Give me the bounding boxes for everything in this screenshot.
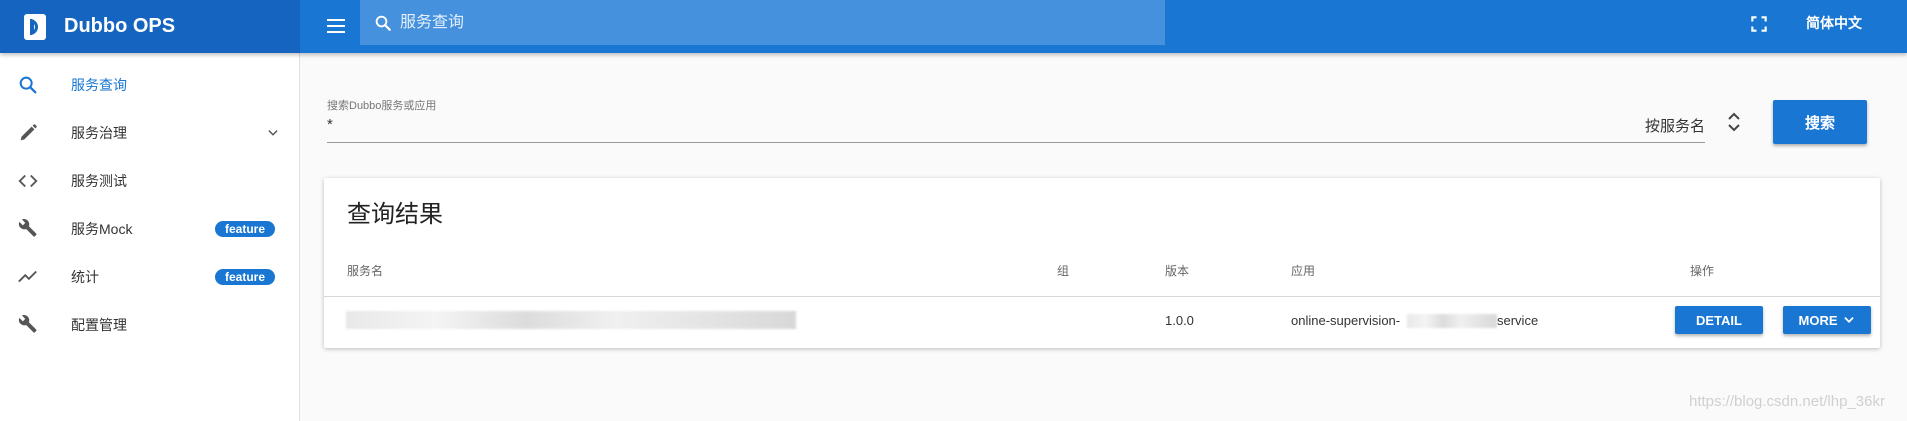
app-title: Dubbo OPS — [64, 15, 176, 37]
feature-badge: feature — [215, 221, 276, 237]
sidebar-item-service-governance[interactable]: 服务治理 — [0, 113, 299, 153]
pencil-icon — [20, 124, 37, 141]
column-header-group: 组 — [1057, 264, 1070, 278]
menu-toggle-icon[interactable] — [325, 15, 347, 37]
sidebar-item-label: 服务查询 — [71, 77, 127, 93]
sidebar-item-label: 服务治理 — [71, 125, 127, 141]
chevron-down-icon — [268, 130, 278, 136]
language-switch[interactable]: 简体中文 — [1806, 13, 1862, 33]
column-header-service: 服务名 — [347, 264, 384, 278]
column-header-application: 应用 — [1291, 264, 1316, 278]
wrench-icon — [18, 314, 37, 333]
brand[interactable]: Dubbo OPS — [0, 0, 300, 53]
table-row: 1.0.0 online-supervision- service DETAIL… — [324, 297, 1880, 345]
sidebar-item-service-search[interactable]: 服务查询 — [0, 65, 299, 105]
sidebar-item-label: 服务测试 — [71, 173, 127, 189]
search-field-label: 搜索Dubbo服务或应用 — [327, 100, 437, 112]
wrench-icon — [18, 218, 37, 237]
detail-button[interactable]: DETAIL — [1675, 306, 1763, 334]
watermark: https://blog.csdn.net/lhp_36kr — [1689, 393, 1885, 410]
service-search-field[interactable]: 搜索Dubbo服务或应用 * 按服务名 — [327, 95, 1705, 143]
fullscreen-icon[interactable] — [1749, 14, 1769, 34]
dubbo-logo-icon — [24, 13, 46, 40]
global-search-input[interactable] — [400, 13, 1140, 32]
sidebar-item-label: 配置管理 — [71, 317, 127, 333]
global-search — [360, 0, 1165, 45]
results-card: 查询结果 服务名 组 版本 应用 操作 1.0.0 online-supervi… — [324, 178, 1880, 348]
feature-badge: feature — [215, 269, 276, 285]
search-icon — [19, 76, 37, 94]
redacted-service-name — [346, 311, 796, 329]
column-header-version: 版本 — [1165, 264, 1190, 278]
redacted-application-part — [1407, 314, 1497, 328]
top-app-bar: Dubbo OPS 简体中文 — [0, 0, 1907, 53]
sidebar-item-service-test[interactable]: 服务测试 — [0, 161, 299, 201]
results-title: 查询结果 — [347, 201, 443, 228]
trending-icon — [18, 270, 37, 283]
sidebar-item-statistics[interactable]: 统计 feature — [0, 257, 299, 297]
chevron-down-icon — [1843, 317, 1854, 323]
unfold-icon[interactable] — [1724, 110, 1744, 134]
search-icon — [375, 15, 391, 31]
code-icon — [18, 174, 38, 188]
search-button[interactable]: 搜索 — [1773, 100, 1867, 144]
more-button[interactable]: MORE — [1783, 306, 1871, 334]
sidebar-item-label: 服务Mock — [71, 221, 133, 237]
sidebar-item-label: 统计 — [71, 269, 99, 285]
search-mode-select[interactable]: 按服务名 — [1645, 115, 1705, 136]
more-button-label: MORE — [1798, 312, 1838, 328]
application-cell-tail: service — [1497, 313, 1539, 328]
version-cell: 1.0.0 — [1165, 313, 1194, 328]
application-cell: online-supervision- — [1291, 313, 1401, 328]
sidebar-item-config-management[interactable]: 配置管理 — [0, 305, 299, 345]
sidebar-item-service-mock[interactable]: 服务Mock feature — [0, 209, 299, 249]
sidebar: 服务查询 服务治理 服务测试 服务Mock feature 统计 feature — [0, 53, 300, 421]
column-header-actions: 操作 — [1690, 264, 1715, 278]
search-input[interactable]: * — [327, 116, 333, 133]
